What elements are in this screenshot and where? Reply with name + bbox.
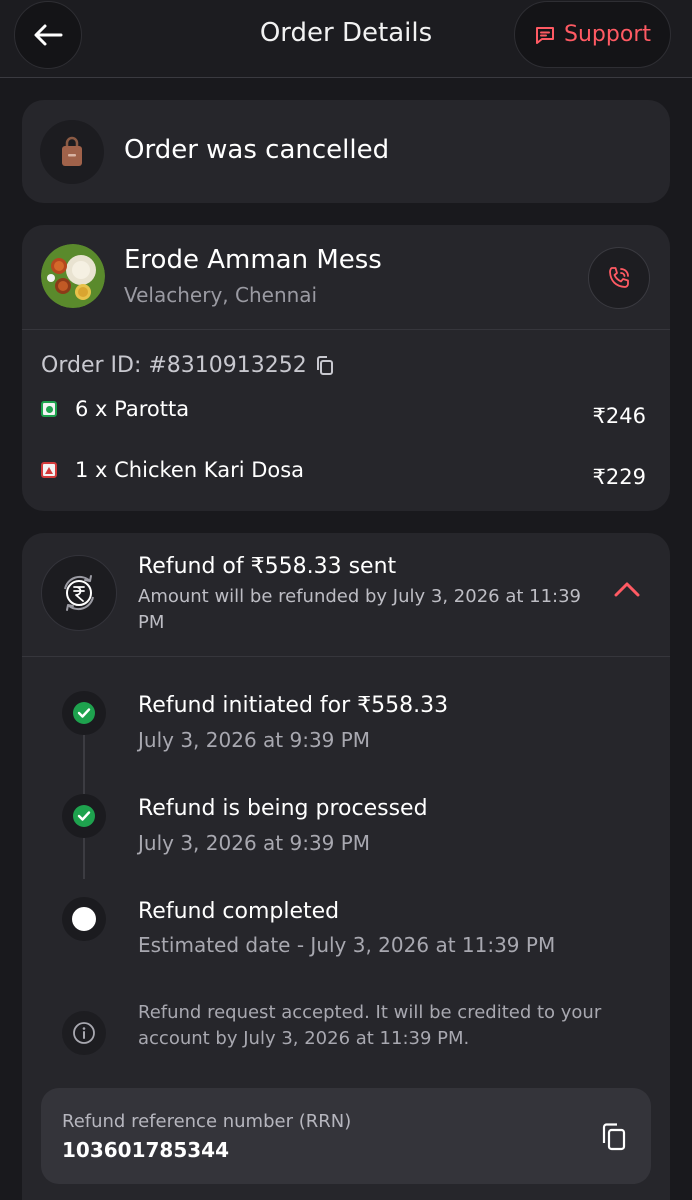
step-date: July 3, 2026 at 9:39 PM bbox=[138, 831, 371, 855]
order-status-text: Order was cancelled bbox=[124, 135, 390, 165]
item-price: ₹246 bbox=[592, 404, 646, 428]
step-complete-icon bbox=[62, 691, 106, 735]
step-pending-icon bbox=[62, 897, 106, 941]
item-price: ₹229 bbox=[592, 465, 646, 489]
bag-icon bbox=[40, 120, 104, 184]
chevron-up-icon[interactable] bbox=[612, 579, 642, 599]
order-item: 1 x Chicken Kari Dosa ₹229 bbox=[41, 455, 646, 489]
restaurant-image bbox=[41, 244, 105, 308]
divider bbox=[22, 329, 670, 330]
step-date: July 3, 2026 at 9:39 PM bbox=[138, 728, 371, 752]
veg-icon bbox=[41, 401, 57, 417]
rrn-value: 103601785344 bbox=[62, 1138, 229, 1162]
step-complete-icon bbox=[62, 794, 106, 838]
order-item: 6 x Parotta ₹246 bbox=[41, 394, 646, 428]
step-title: Refund is being processed bbox=[138, 796, 428, 821]
step-title: Refund initiated for ₹558.33 bbox=[138, 693, 449, 718]
support-button[interactable]: Support bbox=[514, 1, 671, 68]
info-icon bbox=[62, 1011, 106, 1055]
restaurant-location: Velachery, Chennai bbox=[124, 283, 318, 307]
order-id-text: Order ID: #8310913252 bbox=[41, 353, 307, 378]
phone-call-icon bbox=[609, 267, 629, 288]
arrow-left-icon bbox=[34, 24, 63, 46]
refund-title: Refund of ₹558.33 sent bbox=[138, 554, 397, 579]
back-button[interactable] bbox=[14, 1, 82, 69]
item-name: 1 x Chicken Kari Dosa bbox=[75, 458, 305, 482]
timeline-connector bbox=[83, 837, 85, 879]
restaurant-name: Erode Amman Mess bbox=[124, 245, 382, 275]
rrn-box: Refund reference number (RRN) 1036017853… bbox=[41, 1088, 651, 1184]
rrn-label: Refund reference number (RRN) bbox=[62, 1111, 352, 1132]
chat-icon bbox=[536, 26, 555, 44]
divider bbox=[22, 656, 670, 657]
copy-icon[interactable] bbox=[599, 1121, 629, 1153]
call-restaurant-button[interactable] bbox=[588, 247, 650, 309]
top-app-bar: Order Details Support bbox=[0, 0, 692, 78]
restaurant-card: Erode Amman Mess Velachery, Chennai Orde… bbox=[22, 225, 670, 511]
order-id: Order ID: #8310913252 bbox=[41, 353, 335, 378]
refund-info-text: Refund request accepted. It will be cred… bbox=[138, 1002, 602, 1049]
refund-subtitle: Amount will be refunded by July 3, 2026 … bbox=[138, 586, 582, 633]
non-veg-icon bbox=[41, 462, 57, 478]
step-date: Estimated date - July 3, 2026 at 11:39 P… bbox=[138, 933, 556, 957]
copy-icon[interactable] bbox=[315, 355, 335, 377]
timeline-connector bbox=[83, 734, 85, 794]
refund-card: Refund of ₹558.33 sent Amount will be re… bbox=[22, 533, 670, 1200]
item-name: 6 x Parotta bbox=[75, 397, 190, 421]
support-label: Support bbox=[564, 22, 651, 47]
refund-rupee-icon bbox=[41, 555, 117, 631]
step-title: Refund completed bbox=[138, 899, 340, 924]
order-status-card: Order was cancelled bbox=[22, 100, 670, 203]
